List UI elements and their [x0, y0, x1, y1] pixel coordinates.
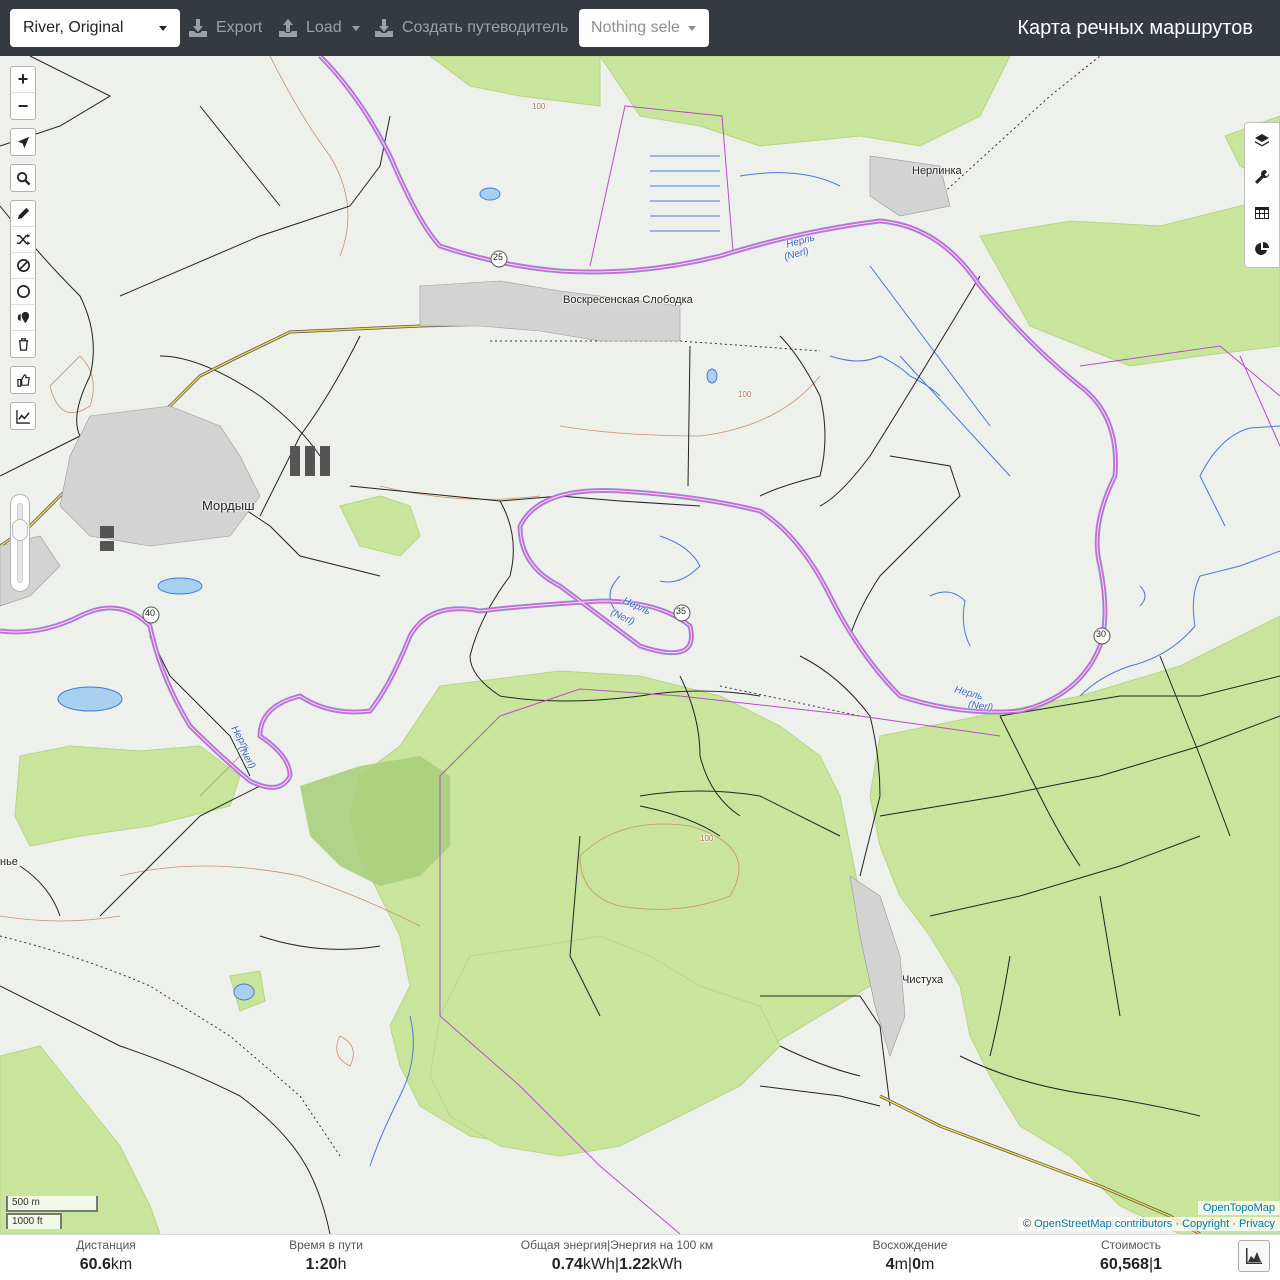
km-marker: 30: [1096, 629, 1107, 639]
selection-dropdown-value: Nothing sele: [591, 19, 680, 36]
draw-toolbar: [10, 200, 36, 358]
contour-label: 100: [700, 834, 714, 843]
export-button[interactable]: Export: [188, 9, 262, 47]
opacity-slider[interactable]: [10, 494, 30, 592]
thumbs-up-icon: [16, 373, 30, 387]
delete-route-button[interactable]: [11, 331, 35, 357]
search-control: [10, 164, 36, 192]
no-entry-icon: [16, 259, 30, 272]
circle-icon: [16, 285, 30, 298]
load-button[interactable]: Load: [278, 9, 360, 47]
circle-area-button[interactable]: [11, 279, 35, 305]
feedback-control: [10, 366, 36, 394]
thumb-button[interactable]: [11, 367, 35, 393]
selection-dropdown[interactable]: Nothing sele: [579, 9, 709, 47]
stats-button[interactable]: [1245, 231, 1279, 267]
stat-value: 0.74kWh|1.22kWh: [551, 1256, 683, 1273]
attribution-tiles: OpenTopoMap: [1197, 1201, 1280, 1215]
stat-label: Время в пути: [289, 1238, 363, 1252]
scale-imperial: 1000 ft: [6, 1213, 62, 1229]
download-icon: [375, 19, 393, 37]
km-marker: 40: [145, 608, 156, 618]
map-marker-icon: [17, 311, 29, 324]
scale-metric: 500 m: [6, 1196, 98, 1212]
slider-track: [17, 503, 23, 583]
elevation-chart-button[interactable]: [11, 403, 35, 429]
search-button[interactable]: [11, 165, 35, 191]
location-arrow-icon: [17, 136, 29, 148]
chevron-down-icon: [351, 25, 360, 31]
no-go-area-button[interactable]: [11, 253, 35, 279]
line-chart-icon: [15, 409, 30, 424]
pie-chart-icon: [1255, 242, 1269, 255]
table-icon: [1255, 207, 1269, 219]
profile-select-value: River, Original: [23, 19, 124, 36]
table-button[interactable]: [1245, 195, 1279, 231]
elevation-control: [10, 402, 36, 430]
locate-button[interactable]: [11, 129, 35, 155]
search-icon: [16, 171, 30, 185]
shuffle-icon: [16, 233, 30, 246]
draw-route-button[interactable]: [11, 201, 35, 227]
stat-value: 1:20h: [305, 1256, 347, 1273]
stat-ascent: Восхождение 4m|0m: [873, 1235, 948, 1274]
stat-distance: Дистанция 60.6km: [76, 1235, 136, 1274]
stat-value: 60,568|1: [1100, 1256, 1162, 1273]
area-chart-icon: [1246, 1248, 1262, 1264]
stat-label: Стоимость: [1100, 1238, 1162, 1252]
km-marker: 25: [493, 252, 504, 262]
upload-icon: [279, 19, 297, 37]
attribution: © OpenStreetMap contributors · Copyright…: [1017, 1217, 1280, 1231]
pencil-icon: [17, 207, 29, 220]
download-icon: [189, 19, 207, 37]
osm-link[interactable]: OpenStreetMap contributors: [1034, 1218, 1172, 1230]
zoom-out-button[interactable]: −: [11, 93, 35, 119]
place-label-mordysh: Мордыш: [202, 498, 255, 513]
chevron-down-icon: [159, 26, 167, 31]
settings-button[interactable]: [1245, 159, 1279, 195]
trash-icon: [18, 337, 28, 351]
profile-select[interactable]: River, Original: [10, 9, 180, 47]
top-navbar: River, Original Export Load Создать путе…: [0, 0, 1280, 56]
elevation-profile-button[interactable]: [1238, 1240, 1270, 1272]
map-view[interactable]: 25 35 40 30 100 100 100 Нерлинка Воскрес…: [0, 56, 1280, 1234]
poi-button[interactable]: [11, 305, 35, 331]
route-stats-bar: Дистанция 60.6km Время в пути 1:20h Обща…: [0, 1234, 1280, 1280]
place-label-chistukha: Чистуха: [902, 974, 944, 986]
zoom-control: + −: [10, 66, 36, 120]
layers-icon: [1255, 134, 1269, 147]
contour-label: 100: [738, 390, 752, 399]
slider-thumb[interactable]: [12, 519, 28, 541]
privacy-link[interactable]: Privacy: [1239, 1218, 1275, 1230]
place-label-nerlinka: Нерлинка: [912, 165, 962, 177]
stat-label: Общая энергия|Энергия на 100 км: [520, 1238, 714, 1252]
contour-label: 100: [532, 102, 546, 111]
stat-label: Дистанция: [76, 1238, 136, 1252]
stat-value: 60.6km: [79, 1256, 133, 1273]
layers-button[interactable]: [1245, 123, 1279, 159]
zoom-in-button[interactable]: +: [11, 67, 35, 93]
place-label-voskresenskaya: Воскресенская Слободка: [563, 294, 693, 306]
stat-value: 4m|0m: [885, 1256, 935, 1273]
place-label-edge: нье: [0, 856, 18, 868]
stat-cost: Стоимость 60,568|1: [1100, 1235, 1162, 1274]
shuffle-button[interactable]: [11, 227, 35, 253]
km-marker: 35: [676, 606, 687, 616]
wrench-icon: [1255, 170, 1269, 184]
stat-energy: Общая энергия|Энергия на 100 км 0.74kWh|…: [521, 1235, 713, 1274]
right-toolbar: [1244, 122, 1280, 268]
create-guide-button[interactable]: Создать путеводитель: [374, 9, 568, 47]
locate-control: [10, 128, 36, 156]
create-guide-label: Создать путеводитель: [402, 19, 569, 36]
opentopomap-link[interactable]: OpenTopoMap: [1203, 1202, 1275, 1214]
export-label: Export: [216, 19, 263, 36]
copyright-link[interactable]: Copyright: [1182, 1218, 1229, 1230]
topo-map-tiles: [0, 56, 1280, 1234]
stat-time: Время в пути 1:20h: [289, 1235, 363, 1274]
chevron-down-icon: [688, 26, 696, 31]
load-label: Load: [306, 19, 342, 36]
stat-label: Восхождение: [872, 1238, 948, 1252]
app-title: Карта речных маршрутов: [1017, 17, 1253, 39]
